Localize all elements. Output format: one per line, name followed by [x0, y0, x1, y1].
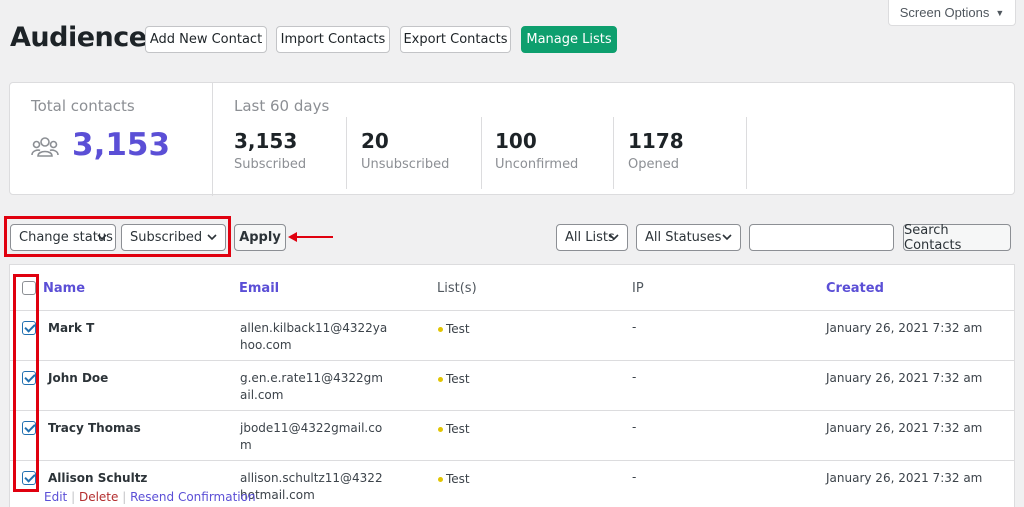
- column-header-lists: List(s): [437, 281, 477, 296]
- list-name: Test: [446, 372, 470, 386]
- export-contacts-button[interactable]: Export Contacts: [400, 26, 511, 53]
- list-name: Test: [446, 322, 470, 336]
- contact-name[interactable]: Allison Schultz: [48, 471, 147, 485]
- contact-ip: -: [632, 420, 637, 434]
- total-contacts-value: 3,153: [72, 127, 171, 163]
- stat-unconfirmed: 100 Unconfirmed: [495, 117, 614, 189]
- contact-email: jbode11@4322gmail.com: [240, 421, 383, 452]
- total-contacts-label: Total contacts: [31, 97, 135, 115]
- stat-value: 20: [361, 129, 389, 153]
- column-header-ip: IP: [632, 281, 644, 296]
- list-name: Test: [446, 472, 470, 486]
- period-label: Last 60 days: [234, 97, 330, 115]
- list-filter-select[interactable]: All Lists: [556, 224, 628, 251]
- contact-ip: -: [632, 470, 637, 484]
- contact-list: Test: [438, 472, 470, 486]
- column-header-name[interactable]: Name: [43, 281, 85, 296]
- stat-value: 3,153: [234, 129, 298, 153]
- screen-options-label: Screen Options: [899, 5, 990, 20]
- arrow-left-icon: [288, 232, 333, 242]
- action-separator: |: [71, 490, 76, 504]
- apply-button[interactable]: Apply: [234, 224, 286, 251]
- row-separator: [10, 310, 1014, 311]
- chevron-down-icon: [722, 234, 732, 241]
- status-filter-select[interactable]: All Statuses: [636, 224, 741, 251]
- page-title: Audience: [10, 22, 147, 53]
- row-actions: Edit | Delete | Resend Confirmation: [44, 490, 256, 504]
- edit-link[interactable]: Edit: [44, 490, 67, 504]
- users-group-icon: [31, 137, 59, 157]
- chevron-down-icon: [609, 234, 619, 241]
- search-contacts-button[interactable]: Search Contacts: [903, 223, 1011, 253]
- stat-value: 1178: [628, 129, 684, 153]
- list-dot-icon: [438, 477, 443, 482]
- delete-link[interactable]: Delete: [79, 490, 118, 504]
- contact-ip: -: [632, 370, 637, 384]
- status-filter-value: All Statuses: [645, 230, 722, 245]
- add-new-contact-button[interactable]: Add New Contact: [145, 26, 267, 53]
- contact-created: January 26, 2021 7:32 am: [826, 321, 983, 335]
- list-dot-icon: [438, 327, 443, 332]
- contact-created: January 26, 2021 7:32 am: [826, 371, 983, 385]
- contact-created: January 26, 2021 7:32 am: [826, 421, 983, 435]
- contact-name[interactable]: Mark T: [48, 321, 94, 335]
- list-dot-icon: [438, 427, 443, 432]
- total-contacts-box: Total contacts 3,153: [10, 83, 213, 196]
- row-separator: [10, 410, 1014, 411]
- contact-email: g.en.e.rate11@4322gmail.com: [240, 371, 383, 402]
- list-dot-icon: [438, 377, 443, 382]
- contact-list: Test: [438, 372, 470, 386]
- import-contacts-button[interactable]: Import Contacts: [276, 26, 390, 53]
- contact-created: January 26, 2021 7:32 am: [826, 471, 983, 485]
- resend-confirmation-link[interactable]: Resend Confirmation: [130, 490, 256, 504]
- stat-opened: 1178 Opened: [628, 117, 747, 189]
- row-separator: [10, 360, 1014, 361]
- contact-name[interactable]: John Doe: [48, 371, 108, 385]
- stat-label: Unconfirmed: [495, 157, 579, 172]
- screen-options-button[interactable]: Screen Options ▼: [888, 0, 1016, 26]
- contact-email: allison.schultz11@4322hotmail.com: [240, 471, 383, 502]
- stat-unsubscribed: 20 Unsubscribed: [361, 117, 482, 189]
- contact-list: Test: [438, 422, 470, 436]
- stat-label: Unsubscribed: [361, 157, 450, 172]
- contacts-table: Name Email List(s) IP Created Mark T all…: [9, 264, 1015, 507]
- caret-down-icon: ▼: [995, 7, 1005, 18]
- stat-value: 100: [495, 129, 537, 153]
- column-header-created[interactable]: Created: [826, 281, 884, 296]
- contact-list: Test: [438, 322, 470, 336]
- column-header-email[interactable]: Email: [239, 281, 279, 296]
- contact-ip: -: [632, 320, 637, 334]
- contact-email: allen.kilback11@4322yahoo.com: [240, 321, 388, 352]
- bulk-actions-highlight: [4, 216, 231, 257]
- stat-label: Subscribed: [234, 157, 307, 172]
- contact-name[interactable]: Tracy Thomas: [48, 421, 141, 435]
- stat-label: Opened: [628, 157, 679, 172]
- action-separator: |: [122, 490, 127, 504]
- stat-subscribed: 3,153 Subscribed: [234, 117, 347, 189]
- stats-card: Total contacts 3,153 Last 60 days 3,153 …: [9, 82, 1015, 196]
- row-separator: [10, 460, 1014, 461]
- checkbox-column-highlight: [13, 274, 39, 492]
- search-input[interactable]: [749, 224, 894, 251]
- list-name: Test: [446, 422, 470, 436]
- manage-lists-button[interactable]: Manage Lists: [521, 26, 617, 53]
